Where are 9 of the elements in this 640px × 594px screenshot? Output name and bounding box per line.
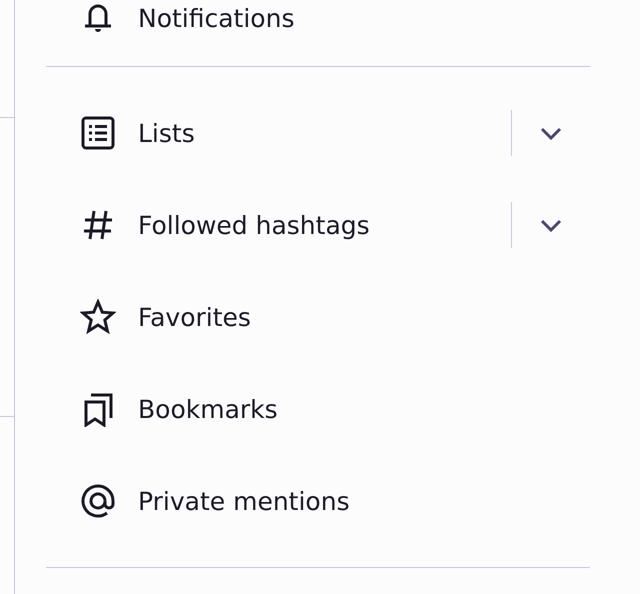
list-icon	[80, 115, 116, 151]
star-icon	[80, 299, 116, 335]
nav-link[interactable]: Favorites	[46, 299, 590, 335]
nav-link[interactable]: Followed hashtags	[46, 207, 511, 243]
nav-link[interactable]: Notifications	[46, 0, 590, 36]
nav-link[interactable]: Bookmarks	[46, 391, 590, 427]
nav-link[interactable]: Private mentions	[46, 483, 590, 519]
at-icon	[80, 483, 116, 519]
nav-link[interactable]: Lists	[46, 115, 511, 151]
